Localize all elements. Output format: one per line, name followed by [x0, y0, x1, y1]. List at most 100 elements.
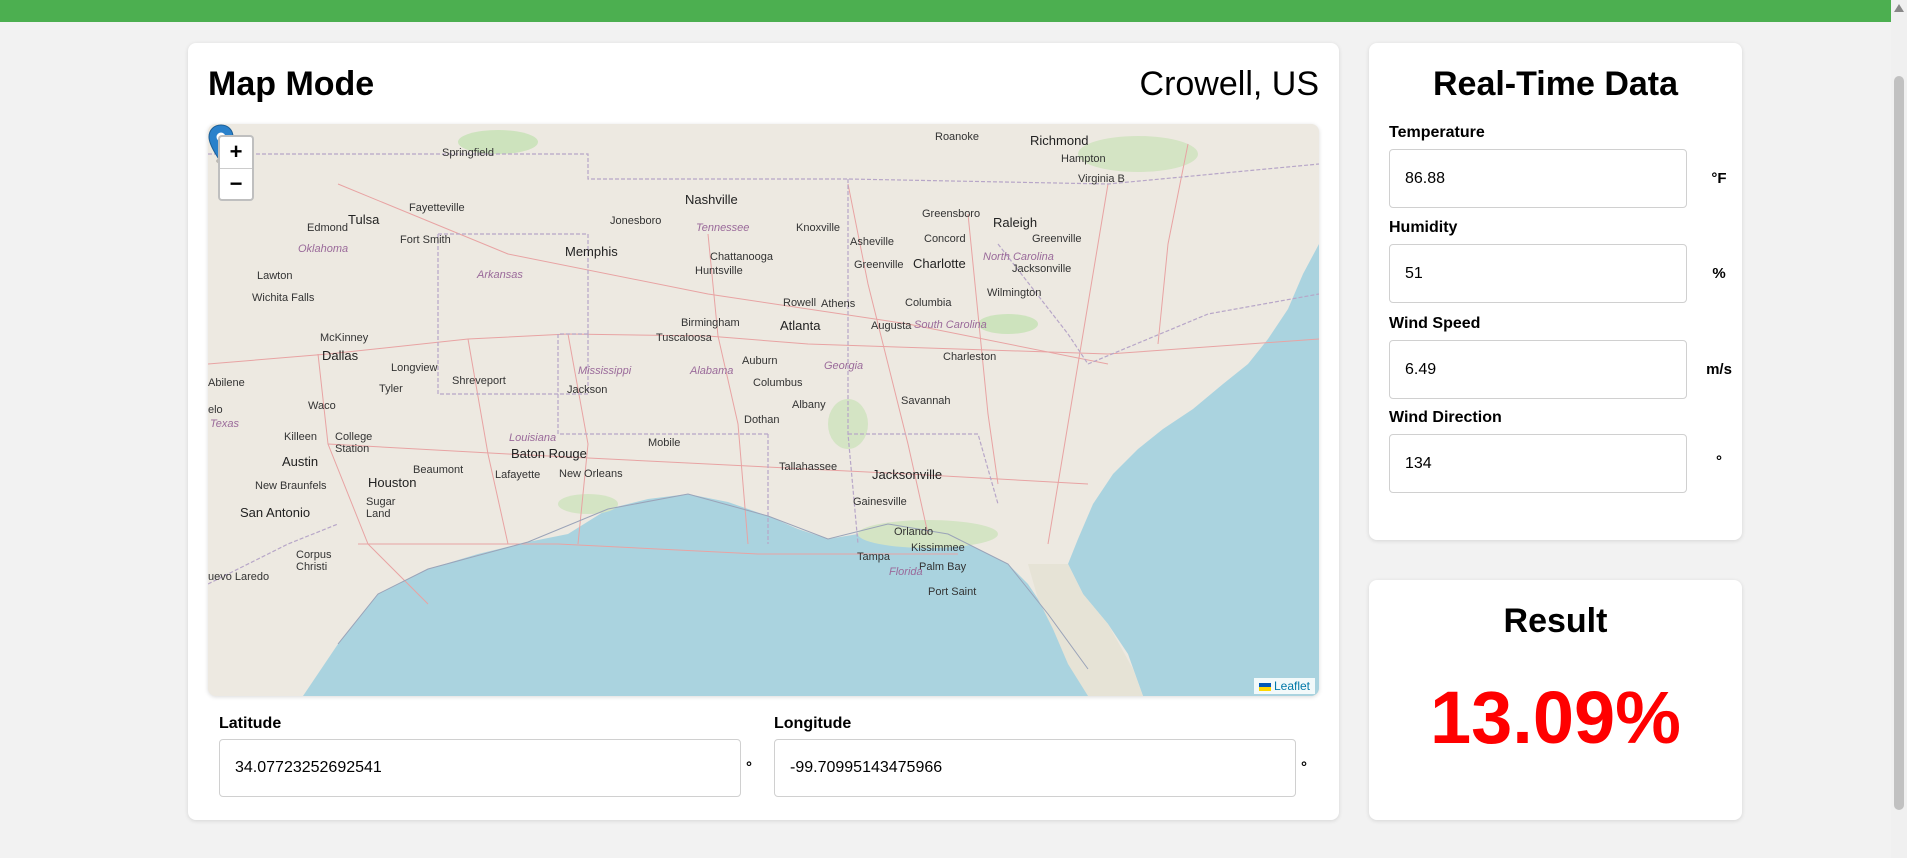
page-scrollbar[interactable]: [1891, 0, 1907, 858]
map-label: Jonesboro: [610, 215, 662, 227]
map-label: Birmingham: [681, 317, 740, 329]
map[interactable]: Springfield Nashville Roanoke Richmond H…: [208, 124, 1319, 696]
map-label: Lafayette: [495, 469, 541, 481]
latitude-input[interactable]: [219, 739, 741, 797]
map-label: Greenville: [1032, 233, 1082, 245]
scroll-thumb[interactable]: [1894, 76, 1904, 810]
map-label: Abilene: [208, 377, 245, 389]
map-label: Dallas: [322, 348, 359, 363]
map-label: Baton Rouge: [511, 446, 587, 461]
map-label: Edmond: [307, 222, 348, 234]
map-label: Louisiana: [509, 432, 557, 444]
map-label: Knoxville: [796, 222, 841, 234]
map-label: Arkansas: [477, 269, 523, 281]
humidity-input[interactable]: [1389, 244, 1687, 303]
map-label: Roanoke: [935, 131, 980, 143]
wind-speed-unit: m/s: [1706, 361, 1732, 378]
scroll-up-icon[interactable]: [1894, 4, 1904, 12]
map-label: Augusta: [871, 320, 912, 332]
map-label: Palm Bay: [919, 561, 967, 573]
map-label: Auburn: [742, 355, 778, 367]
wind-speed-input[interactable]: [1389, 340, 1687, 399]
result-value: 13.09%: [1430, 676, 1681, 759]
map-label: Jacksonville: [1012, 263, 1072, 275]
zoom-control: + −: [218, 135, 254, 201]
temperature-unit: °F: [1711, 170, 1727, 187]
result-card: Result 13.09%: [1369, 580, 1742, 820]
map-label: Fort Smith: [400, 234, 451, 246]
humidity-label: Humidity: [1389, 219, 1458, 236]
map-label: Florida: [889, 566, 923, 578]
map-label: Waco: [308, 400, 336, 412]
map-label: Beaumont: [413, 464, 464, 476]
map-label: Raleigh: [993, 215, 1038, 230]
map-label: Orlando: [894, 526, 934, 538]
map-attribution[interactable]: Leaflet: [1253, 678, 1315, 694]
map-label: North Carolina: [983, 251, 1054, 263]
zoom-in-button[interactable]: +: [220, 137, 252, 169]
zoom-out-button[interactable]: −: [220, 169, 252, 200]
wind-speed-label: Wind Speed: [1389, 315, 1481, 332]
map-label: Athens: [821, 298, 856, 310]
map-label: Wichita Falls: [252, 292, 315, 304]
map-label: South Carolina: [914, 319, 987, 331]
realtime-card: Real-Time Data Temperature °F Humidity %…: [1369, 43, 1742, 540]
longitude-input[interactable]: [774, 739, 1296, 797]
longitude-label: Longitude: [774, 715, 852, 732]
realtime-title: Real-Time Data: [1432, 65, 1679, 103]
map-label: Charleston: [943, 351, 997, 363]
map-label: McKinney: [320, 332, 369, 344]
map-label: Tuscaloosa: [656, 332, 712, 344]
map-label: elo: [208, 404, 223, 416]
map-label: Asheville: [850, 236, 895, 248]
map-label: Greenville: [854, 259, 904, 271]
map-label: Rowell: [783, 297, 817, 309]
map-label: Mobile: [648, 437, 681, 449]
map-label: Kissimmee: [911, 542, 965, 554]
map-label: Houston: [368, 475, 417, 490]
map-label: Columbia: [905, 297, 952, 309]
latitude-label: Latitude: [219, 715, 282, 732]
wind-direction-label: Wind Direction: [1389, 409, 1502, 426]
wind-direction-unit: °: [1716, 453, 1722, 470]
map-label: Gainesville: [853, 496, 907, 508]
map-label: Atlanta: [780, 318, 821, 333]
wind-direction-input[interactable]: [1389, 434, 1687, 493]
location-name: Crowell, US: [1139, 65, 1319, 103]
ukraine-flag-icon: [1258, 682, 1271, 691]
map-tiles: [208, 124, 1319, 696]
map-label: Corpus Christi: [296, 549, 332, 573]
map-label: Tallahassee: [779, 461, 838, 473]
longitude-unit: °: [1301, 759, 1307, 776]
map-label: Georgia: [824, 360, 864, 372]
temperature-input[interactable]: [1389, 149, 1687, 208]
map-label: Nashville: [685, 192, 738, 207]
humidity-unit: %: [1712, 265, 1726, 282]
map-label: Albany: [792, 399, 826, 411]
latitude-unit: °: [746, 759, 752, 776]
map-label: Lawton: [257, 270, 293, 282]
map-label: Texas: [210, 418, 239, 430]
map-label: Concord: [924, 233, 966, 245]
result-title: Result: [1503, 602, 1608, 640]
map-label: Springfield: [442, 147, 494, 159]
map-label: Greensboro: [922, 208, 981, 220]
map-label: San Antonio: [240, 505, 311, 520]
map-label: College Station: [335, 431, 373, 455]
map-label: uevo Laredo: [208, 571, 270, 583]
attribution-link[interactable]: Leaflet: [1274, 679, 1310, 693]
map-label: Huntsville: [695, 265, 743, 277]
map-label: Savannah: [901, 395, 951, 407]
map-label: New Orleans: [559, 468, 623, 480]
map-label: Alabama: [690, 365, 734, 377]
map-label: Killeen: [284, 431, 318, 443]
top-bar: [0, 0, 1891, 22]
map-label: Oklahoma: [298, 243, 349, 255]
map-label: Shreveport: [452, 375, 506, 387]
map-label: Wilmington: [987, 287, 1042, 299]
map-label: Port Saint: [928, 586, 977, 598]
map-label: Richmond: [1030, 133, 1089, 148]
map-label: Chattanooga: [710, 251, 773, 263]
map-label: Tennessee: [696, 222, 750, 234]
temperature-label: Temperature: [1389, 124, 1485, 141]
